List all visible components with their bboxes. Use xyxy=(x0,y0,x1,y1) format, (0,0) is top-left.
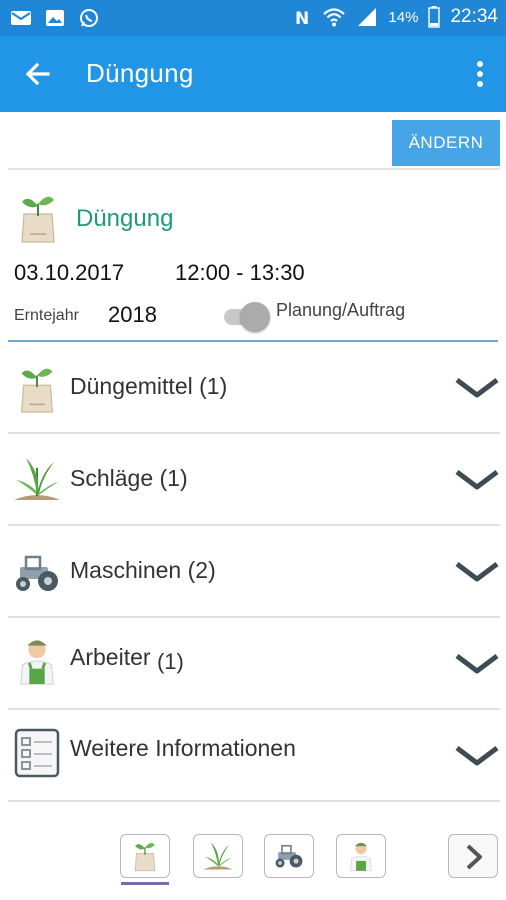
worker-icon xyxy=(20,640,54,685)
nav-workers-button[interactable] xyxy=(336,834,386,878)
section-label: Schläge (1) xyxy=(70,465,188,491)
mail-icon xyxy=(11,11,31,25)
fertilizer-bag-icon xyxy=(134,842,156,872)
harvest-year-label: Erntejahr xyxy=(14,307,79,324)
chevron-down-icon[interactable] xyxy=(454,560,500,584)
signal-icon xyxy=(358,8,377,26)
chevron-down-icon[interactable] xyxy=(454,652,500,676)
nfc-icon: N xyxy=(295,9,309,27)
activity-title: Düngung xyxy=(76,205,174,232)
section-count: (1) xyxy=(156,649,184,674)
nav-next-button[interactable] xyxy=(448,834,498,878)
activity-date: 03.10.2017 xyxy=(14,260,125,285)
section-label: Weitere Informationen xyxy=(70,735,296,761)
app-bar: Düngung xyxy=(0,36,506,112)
activity-time-range: 12:00 - 13:30 xyxy=(175,260,305,285)
section-fertilizer[interactable]: Düngemittel (1) xyxy=(8,342,500,434)
wifi-icon xyxy=(323,8,346,27)
nav-fields-button[interactable] xyxy=(193,834,243,878)
field-plant-icon xyxy=(14,458,60,500)
tractor-icon xyxy=(16,555,58,591)
harvest-year-value: 2018 xyxy=(108,302,157,327)
section-label: Maschinen (2) xyxy=(70,557,216,583)
nav-active-indicator xyxy=(121,882,169,885)
chevron-down-icon[interactable] xyxy=(454,468,500,492)
planning-order-label: Planung/Auftrag xyxy=(276,300,406,320)
battery-percent: 14% xyxy=(388,8,419,26)
chevron-down-icon[interactable] xyxy=(454,376,500,400)
section-label: Arbeiter (1) xyxy=(70,644,184,674)
image-icon xyxy=(46,10,64,26)
chevron-down-icon[interactable] xyxy=(454,744,500,768)
clock: 22:34 xyxy=(450,6,498,27)
battery-icon xyxy=(428,6,441,28)
fertilizer-bag-icon xyxy=(21,196,55,243)
section-machines[interactable]: Maschinen (2) xyxy=(8,526,500,618)
section-more-info[interactable]: Weitere Informationen xyxy=(8,710,500,802)
chevron-right-icon xyxy=(466,844,482,870)
field-plant-icon xyxy=(203,842,233,870)
svg-text:N: N xyxy=(295,9,309,27)
section-fields[interactable]: Schläge (1) xyxy=(8,434,500,526)
nav-machines-button[interactable] xyxy=(264,834,314,878)
toggle-thumb xyxy=(240,302,270,332)
planning-order-toggle[interactable] xyxy=(224,302,274,332)
section-label: Düngemittel (1) xyxy=(70,373,228,399)
action-row: ÄNDERN xyxy=(8,112,500,170)
status-bar: N 14% 22:34 xyxy=(0,0,506,36)
section-label-text: Arbeiter xyxy=(70,644,151,670)
edit-button[interactable]: ÄNDERN xyxy=(392,120,500,166)
whatsapp-icon xyxy=(80,9,98,27)
checklist-icon xyxy=(14,728,60,778)
nav-fertilizer-button[interactable] xyxy=(120,834,170,878)
arrow-back-icon[interactable] xyxy=(20,56,56,92)
fertilizer-bag-icon xyxy=(20,368,54,413)
section-workers[interactable]: Arbeiter (1) xyxy=(8,618,500,710)
tractor-icon xyxy=(275,844,303,868)
bottom-nav xyxy=(0,826,506,900)
worker-icon xyxy=(350,842,372,872)
page-title: Düngung xyxy=(86,58,194,88)
more-vert-icon[interactable] xyxy=(472,58,488,92)
